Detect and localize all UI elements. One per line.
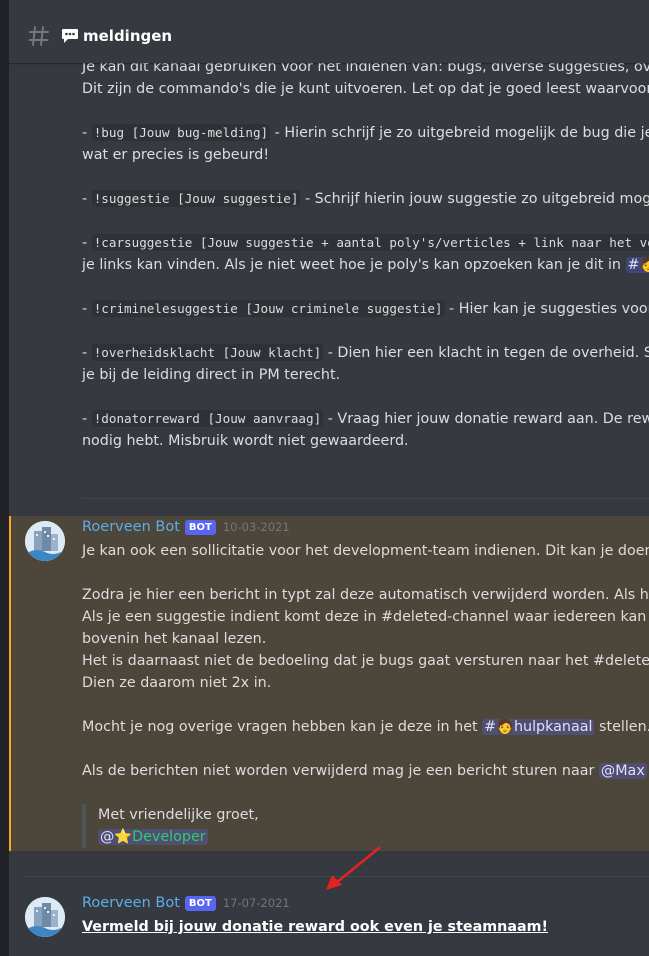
message-header: Roerveen Bot BOT 17-07-2021 xyxy=(82,895,290,911)
message-line: Mocht je nog overige vragen hebben kan j… xyxy=(82,719,649,735)
timestamp[interactable]: 17-07-2021 xyxy=(223,896,290,910)
avatar[interactable] xyxy=(25,897,65,937)
avatar[interactable] xyxy=(25,521,65,561)
chat-area: meldingen Je kan dit kanaal gebruiken vo… xyxy=(9,0,649,956)
timestamp[interactable]: 10-03-2021 xyxy=(223,520,290,534)
message-content: Je kan ook een sollicitatie voor het dev… xyxy=(82,540,649,848)
channel-mention[interactable]: #🧑hulpka xyxy=(625,257,649,273)
message-line: wat er precies is gebeurd! xyxy=(82,147,270,163)
role-mention[interactable]: @⭐Developer xyxy=(98,829,208,845)
channel-mention[interactable]: #🧑hulpkanaal xyxy=(482,719,595,735)
command-code: !overheidsklacht [Jouw klacht] xyxy=(91,344,324,361)
message-line: je bij de leiding direct in PM terecht. xyxy=(82,367,341,383)
message-line: Dit zijn de commando's die je kunt uitvo… xyxy=(82,81,649,97)
username[interactable]: Roerveen Bot xyxy=(82,895,180,911)
channel-name[interactable]: meldingen xyxy=(83,27,172,45)
discord-window: meldingen Je kan dit kanaal gebruiken vo… xyxy=(0,0,649,956)
message-line: Vermeld bij jouw donatie reward ook even… xyxy=(82,919,549,935)
message-divider xyxy=(82,498,649,499)
command-code: !donatorreward [Jouw aanvraag] xyxy=(91,410,324,427)
speech-bubble-icon xyxy=(62,29,78,43)
message-line: - !suggestie [Jouw suggestie] - Schrijf … xyxy=(82,190,649,207)
message-line: Je kan ook een sollicitatie voor het dev… xyxy=(82,543,649,559)
message-line: Als de berichten niet worden verwijderd … xyxy=(82,763,647,779)
message-line: Het is daarnaast niet de bedoeling dat j… xyxy=(82,653,649,669)
command-code: !carsuggestie [Jouw suggestie + aantal p… xyxy=(91,234,649,251)
message-line: Dien ze daarom niet 2x in. xyxy=(82,675,272,691)
red-arrow-annotation xyxy=(326,846,381,890)
avatar-image xyxy=(25,521,65,561)
command-code: !criminelesuggestie [Jouw criminele sugg… xyxy=(91,300,445,317)
mention-highlight-bar xyxy=(9,516,11,851)
message-line: - !carsuggestie [Jouw suggestie + aantal… xyxy=(82,232,649,254)
command-code: !bug [Jouw bug-melding] xyxy=(91,124,271,141)
message-line: - !overheidsklacht [Jouw klacht] - Dien … xyxy=(82,344,649,361)
username[interactable]: Roerveen Bot xyxy=(82,519,180,535)
message-line: je links kan vinden. Als je niet weet ho… xyxy=(82,254,649,276)
message-line: - !criminelesuggestie [Jouw criminele su… xyxy=(82,300,649,317)
message-header: Roerveen Bot BOT 10-03-2021 xyxy=(82,519,290,535)
message-line: - !donatorreward [Jouw aanvraag] - Vraag… xyxy=(82,410,649,427)
message-line: nodig hebt. Misbruik wordt niet gewaarde… xyxy=(82,433,409,449)
command-code: !suggestie [Jouw suggestie] xyxy=(91,190,301,207)
hashtag-icon xyxy=(28,26,49,46)
message-line: bovenin het kanaal lezen. xyxy=(82,631,267,647)
message-line: - !bug [Jouw bug-melding] - Hierin schri… xyxy=(82,124,649,141)
server-sidebar-edge xyxy=(0,0,9,956)
channel-header: meldingen xyxy=(9,9,649,63)
message-content: Vermeld bij jouw donatie reward ook even… xyxy=(82,916,548,938)
avatar-image xyxy=(25,897,65,937)
message-content: Je kan dit kanaal gebruiken voor het ind… xyxy=(82,50,649,452)
quote-line: Met vriendelijke groet, xyxy=(98,807,259,823)
bot-tag: BOT xyxy=(184,519,216,535)
user-mention[interactable]: @Max xyxy=(598,763,647,779)
message-line: Als je een suggestie indient komt deze i… xyxy=(82,609,649,625)
bot-tag: BOT xyxy=(184,895,216,911)
message-line: Zodra je hier een bericht in typt zal de… xyxy=(82,587,649,603)
